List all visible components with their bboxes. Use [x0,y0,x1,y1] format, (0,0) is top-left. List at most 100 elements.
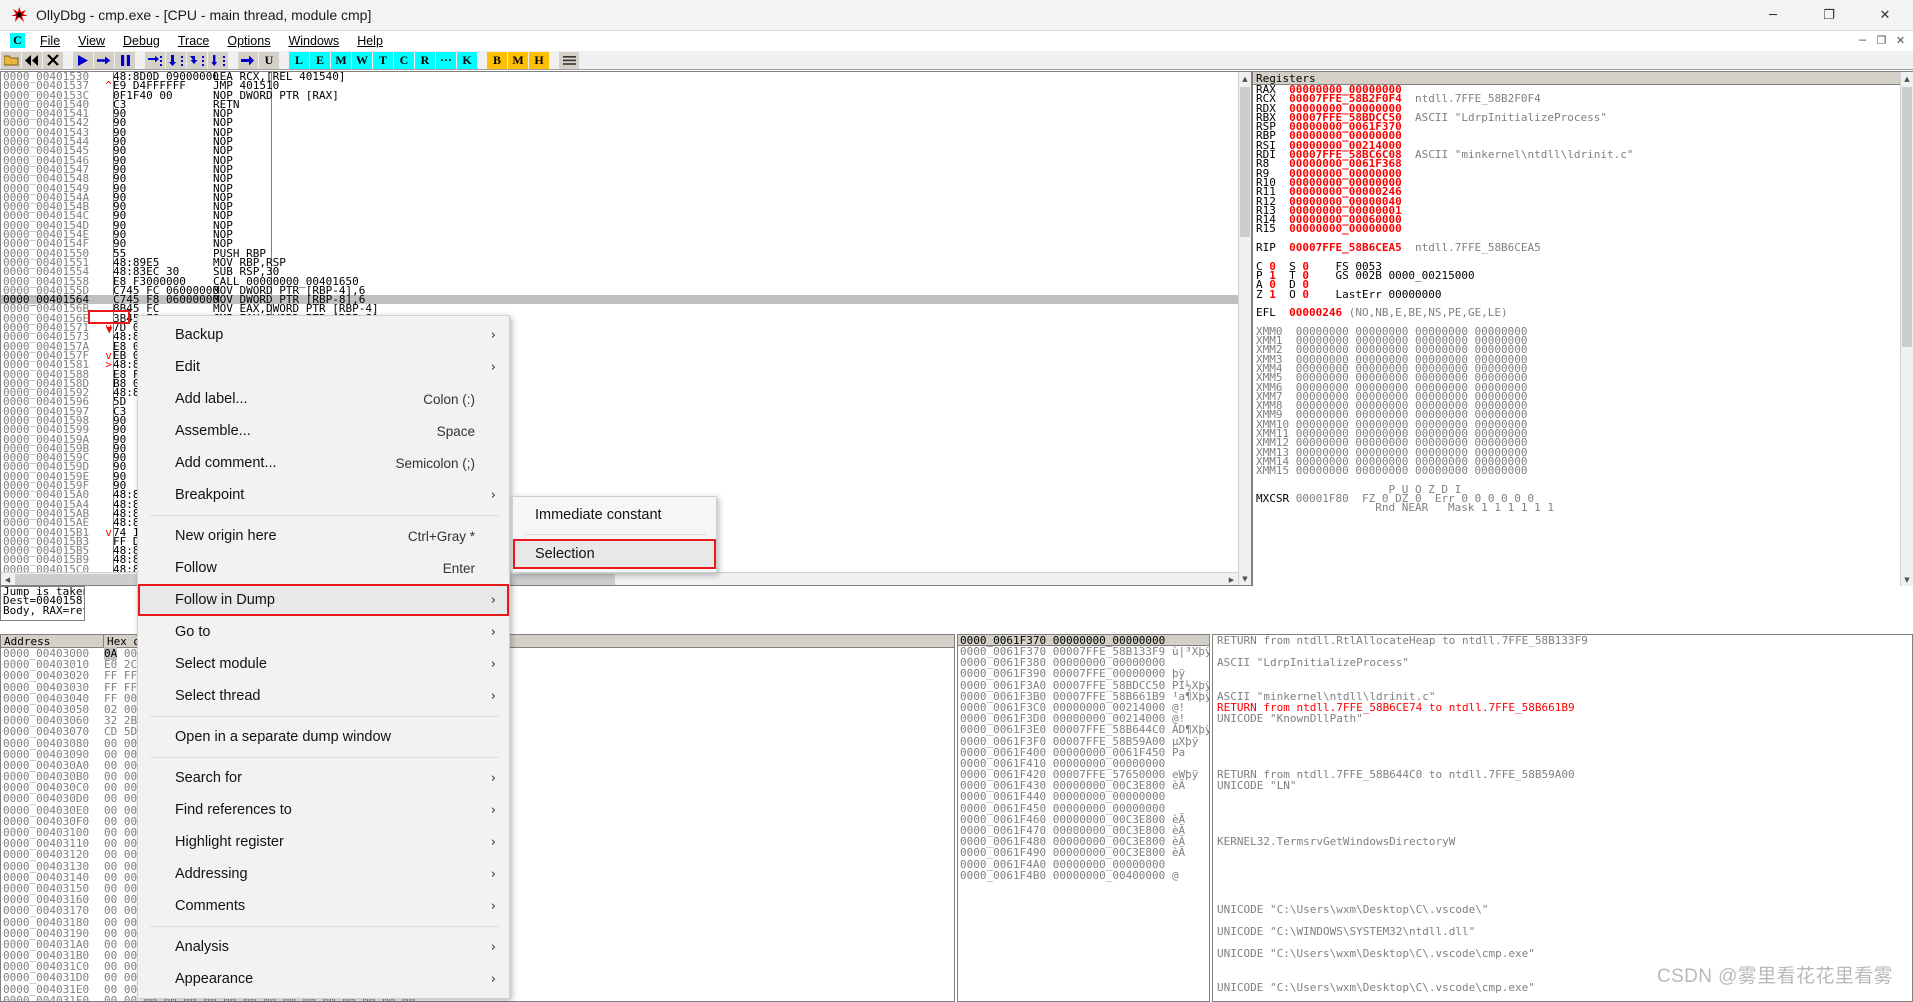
menu-view[interactable]: View [69,33,114,49]
register-value[interactable]: 00007FFE_58B6CEA5 [1289,241,1402,254]
scroll-thumb[interactable] [1240,87,1250,237]
xmm-value[interactable]: 00000000 00000000 00000000 00000000 [1296,464,1528,477]
context-menu-item-assemble[interactable]: Assemble... Space [138,415,509,447]
flags-row[interactable]: Z 1 O 0 LastErr 00000000 [1253,288,1913,301]
disassembly-row[interactable]: 0000_00401547 90 NOP [1,164,1251,175]
stack-value[interactable]: 00000000_00C3E800 [1053,847,1172,858]
stack-row[interactable]: 0000_0061F390 00007FFE_00000000 þÿ [958,668,1209,679]
flags-row[interactable]: P 1 T 0 GS 002B 0000_00215000 [1253,270,1913,281]
menu-options[interactable]: Options [218,33,279,49]
flag-value[interactable]: 1 [1269,288,1276,301]
menu-help[interactable]: Help [348,33,392,49]
scroll-left-arrow[interactable]: ◀ [1,573,14,585]
scroll-thumb[interactable] [1902,87,1912,347]
disassembly-row[interactable]: 0000_0040154B 90 NOP [1,201,1251,212]
options-button[interactable] [559,51,579,69]
efl-value[interactable]: 00000246 [1289,306,1342,319]
context-menu-item-open-in-a-separate-dump-window[interactable]: Open in a separate dump window [138,721,509,753]
disassembly-row[interactable]: 0000_0040154F 90 NOP [1,238,1251,249]
scroll-up-arrow[interactable]: ▲ [1901,72,1913,85]
disassembly-row[interactable]: 0000_00401545 90 NOP [1,145,1251,156]
restart-button[interactable] [22,51,42,69]
disassembly-row[interactable]: 0000_00401544 90 NOP [1,136,1251,147]
close-button[interactable]: ✕ [1857,0,1913,31]
handles-window-button[interactable]: H [529,51,549,69]
stack-pane[interactable]: 0000_0061F370 00000000_00000000 0000_006… [957,634,1210,1002]
trace-into-button[interactable] [187,51,207,69]
stack-row[interactable]: 0000_0061F4B0 00000000_00400000 @ [958,870,1209,881]
scroll-right-arrow[interactable]: ▶ [1225,573,1238,585]
menu-file[interactable]: File [31,33,69,49]
context-menu-item-breakpoint[interactable]: Breakpoint › [138,479,509,511]
menu-debug[interactable]: Debug [114,33,169,49]
execute-till-return-button[interactable] [238,51,258,69]
context-menu-item-add-comment[interactable]: Add comment... Semicolon (;) [138,447,509,479]
disassembly-context-menu[interactable]: Backup › Edit › Add label... Colon (:) Assembl… [137,315,510,999]
go-to-user-code-button[interactable]: U [259,51,279,69]
maximize-button[interactable]: ❐ [1801,0,1857,31]
registers-body[interactable]: RAX 00000000_00000000 RCX 00007FFE_58B2F0… [1253,84,1913,513]
efl-row[interactable]: EFL 00000246 (NO,NB,E,BE,NS,PE,GE,LE) [1253,306,1913,319]
stack-rows[interactable]: 0000_0061F370 00007FFE_58B133F9 ù|³Xþÿ 00… [958,646,1209,881]
disassembly-row[interactable]: 0000_00401550 55 PUSH RBP [1,247,1251,258]
stack-value[interactable]: 00007FFE_58B644C0 [1053,724,1172,735]
context-menu-item-select-module[interactable]: Select module › [138,648,509,680]
flag-value[interactable]: 0 [1302,288,1309,301]
minimize-button[interactable]: ─ [1745,0,1801,31]
call-stack-window-button[interactable]: K [457,51,477,69]
scroll-down-arrow[interactable]: ▼ [1239,572,1251,585]
stack-value[interactable]: 00007FFE_00000000 [1053,668,1172,679]
step-over-button[interactable] [166,51,186,69]
breakpoints-window-button[interactable]: B [487,51,507,69]
stack-value[interactable]: 00000000_00000000 [1053,791,1172,802]
stack-row[interactable]: 0000_0061F3F0 00007FFE_58B59A00 µXþÿ [958,735,1209,746]
context-menu-item-new-origin-here[interactable]: New origin here Ctrl+Gray * [138,520,509,552]
disassembly-row[interactable]: 0000_00401530 48:8D0D 09000000 LEA RCX,[R… [1,72,1251,82]
context-menu-item-backup[interactable]: Backup › [138,319,509,351]
disassembly-row[interactable]: 0000_00401541 90 NOP [1,108,1251,119]
mxcsr-row-2[interactable]: Rnd NEAR Mask 1 1 1 1 1 1 [1253,502,1913,513]
disassembly-row[interactable]: 0000_00401551 48:89E5 MOV RBP,RSP [1,257,1251,268]
context-menu-item-add-label[interactable]: Add label... Colon (:) [138,383,509,415]
context-menu-item-find-references-to[interactable]: Find references to › [138,794,509,826]
windows-window-button[interactable]: W [352,51,372,69]
cpu-window-button[interactable]: C [394,51,414,69]
trace-over-button[interactable] [208,51,228,69]
step-into-button[interactable] [145,51,165,69]
scroll-down-arrow[interactable]: ▼ [1901,573,1913,586]
mdi-restore-button[interactable]: ❐ [1873,32,1890,48]
cpu-window-icon[interactable]: C [10,33,25,48]
disassembly-row[interactable]: 0000_0040156B 8B45 FC MOV EAX,DWORD PTR [… [1,303,1251,314]
context-menu-item-edit[interactable]: Edit › [138,351,509,383]
context-menu-item-search-for[interactable]: Search for › [138,762,509,794]
mdi-close-button[interactable]: ✕ [1892,32,1909,48]
log-window-button[interactable]: L [289,51,309,69]
run-button[interactable] [73,51,93,69]
log-pane[interactable]: RETURN from ntdll.RtlAllocateHeap to ntd… [1212,634,1913,1002]
disassembly-row[interactable]: 0000_00401546 90 NOP [1,154,1251,165]
patches-window-button[interactable]: ··· [436,51,456,69]
register-row-r15[interactable]: R15 00000000_00000000 [1253,223,1913,234]
disassembly-vscrollbar[interactable]: ▲ ▼ [1238,72,1251,585]
stack-row[interactable]: 0000_0061F440 00000000_00000000 [958,791,1209,802]
run-trace-window-button[interactable]: R [415,51,435,69]
context-menu-item-appearance[interactable]: Appearance › [138,963,509,995]
disassembly-row[interactable]: 0000_0040154E 90 NOP [1,229,1251,240]
stack-value[interactable]: 00007FFE_58B59A00 [1053,735,1172,746]
disassembly-row[interactable]: 0000_00401549 90 NOP [1,182,1251,193]
menu-windows[interactable]: Windows [279,33,348,49]
context-menu-item-go-to[interactable]: Go to › [138,616,509,648]
disassembly-row[interactable]: 0000_00401542 90 NOP [1,117,1251,128]
menu-trace[interactable]: Trace [169,33,219,49]
context-menu-item-follow[interactable]: Follow Enter [138,552,509,584]
xmm-row-15[interactable]: XMM15 00000000 00000000 00000000 0000000… [1253,464,1913,477]
context-menu-item-analysis[interactable]: Analysis › [138,931,509,963]
stack-value[interactable]: 00000000_00400000 [1053,870,1172,881]
memory-window-button[interactable]: M [331,51,351,69]
follow-in-dump-submenu[interactable]: Immediate constant Selection [512,496,717,573]
context-menu-item-highlight-register[interactable]: Highlight register › [138,826,509,858]
disassembly-row[interactable]: 0000_00401548 90 NOP [1,173,1251,184]
log-rows[interactable]: RETURN from ntdll.RtlAllocateHeap to ntd… [1213,635,1912,1001]
disassembly-row[interactable]: 0000_00401540 C3 RETN [1,99,1251,110]
context-menu-item-select-thread[interactable]: Select thread › [138,680,509,712]
